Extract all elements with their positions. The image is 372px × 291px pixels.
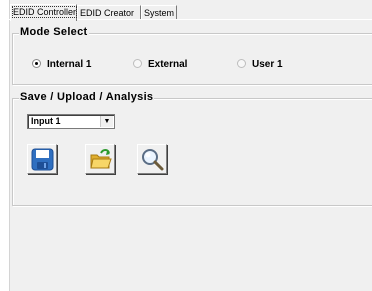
input-select-value: Input 1 bbox=[31, 116, 61, 126]
mode-select-group: Mode Select Internal 1 External User 1 bbox=[12, 26, 372, 85]
radio-label: External bbox=[148, 59, 188, 70]
mode-select-title: Mode Select bbox=[19, 26, 89, 38]
open-folder-icon bbox=[90, 149, 112, 169]
radio-label: User 1 bbox=[252, 59, 283, 70]
tab-label: EDID Controller bbox=[11, 6, 78, 18]
tab-label: System bbox=[144, 8, 175, 18]
tab-label: EDID Creator bbox=[80, 8, 135, 18]
radio-unselected-icon bbox=[237, 58, 246, 68]
radio-unselected-icon bbox=[133, 58, 142, 68]
save-floppy-icon bbox=[31, 148, 54, 171]
tab-system[interactable]: System bbox=[141, 5, 177, 20]
tab-edid-creator[interactable]: EDID Creator bbox=[77, 5, 141, 20]
save-upload-analysis-group: Save / Upload / Analysis Input 1 ▼ bbox=[12, 91, 372, 206]
analysis-button[interactable] bbox=[137, 144, 167, 174]
radio-selected-icon bbox=[32, 58, 41, 68]
input-select[interactable]: Input 1 ▼ bbox=[27, 114, 115, 129]
chevron-down-icon[interactable]: ▼ bbox=[100, 116, 113, 127]
open-file-button[interactable] bbox=[85, 144, 115, 174]
radio-internal-1[interactable]: Internal 1 bbox=[32, 58, 92, 70]
radio-label: Internal 1 bbox=[47, 59, 92, 70]
save-button[interactable] bbox=[27, 144, 57, 174]
tab-edid-controller[interactable]: EDID Controller bbox=[10, 4, 78, 21]
radio-user-1[interactable]: User 1 bbox=[237, 58, 283, 70]
magnifier-icon bbox=[142, 149, 164, 171]
save-upload-analysis-title: Save / Upload / Analysis bbox=[19, 91, 155, 103]
radio-external[interactable]: External bbox=[133, 58, 188, 70]
